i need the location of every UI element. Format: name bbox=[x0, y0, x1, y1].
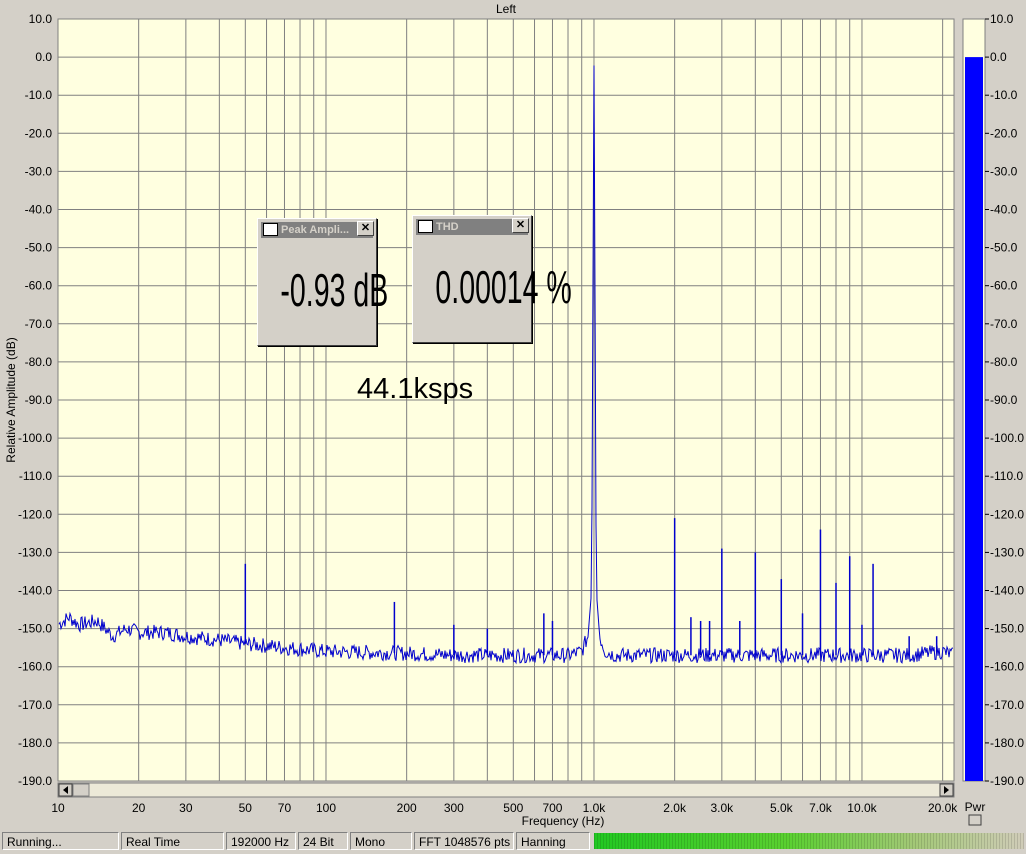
meter-options-button[interactable] bbox=[968, 814, 982, 826]
x-tick-label: 20.0k bbox=[928, 801, 958, 815]
power-scale-label: -100.0 bbox=[990, 431, 1024, 445]
status-channels[interactable]: Mono bbox=[350, 832, 412, 850]
x-tick-label: 300 bbox=[444, 801, 464, 815]
x-tick-label: 5.0k bbox=[770, 801, 794, 815]
status-state: Running... bbox=[2, 832, 119, 850]
y-tick-label: -100.0 bbox=[18, 431, 52, 445]
peak-window-title: Peak Ampli... bbox=[281, 224, 350, 236]
power-scale-label: -20.0 bbox=[990, 126, 1018, 140]
x-tick-label: 30 bbox=[179, 801, 193, 815]
status-sample-rate[interactable]: 192000 Hz bbox=[226, 832, 296, 850]
horizontal-scrollbar[interactable] bbox=[57, 782, 955, 798]
x-tick-label: 10 bbox=[51, 801, 65, 815]
y-tick-label: -160.0 bbox=[18, 660, 52, 674]
y-tick-label: -20.0 bbox=[25, 126, 53, 140]
y-tick-label: 10.0 bbox=[29, 12, 53, 26]
input-level-meter bbox=[594, 833, 1024, 849]
x-tick-labels: 10 20 30 50 70 100 200 300 500 700 1.0k 2.0k 3.0k 5.0… bbox=[51, 801, 958, 815]
power-label: Pwr bbox=[965, 800, 986, 814]
power-scale-label: 10.0 bbox=[990, 12, 1014, 26]
waveform-icon bbox=[418, 220, 433, 233]
grid-lines bbox=[57, 18, 954, 782]
y-tick-label: -170.0 bbox=[18, 698, 52, 712]
y-tick-labels: 10.0 0.0 -10.0 -20.0 -30.0 -40.0 -50.0 -60.0 -70… bbox=[18, 12, 52, 788]
y-tick-label: -70.0 bbox=[25, 317, 53, 331]
y-tick-label: 0.0 bbox=[35, 50, 52, 64]
power-scale-label: -150.0 bbox=[990, 622, 1024, 636]
status-fft-size[interactable]: FFT 1048576 pts bbox=[414, 832, 514, 850]
power-scale-label: -80.0 bbox=[990, 355, 1018, 369]
y-axis-label: Relative Amplitude (dB) bbox=[4, 337, 18, 462]
power-scale-label: -60.0 bbox=[990, 279, 1018, 293]
power-scale-label: -40.0 bbox=[990, 203, 1018, 217]
y-tick-label: -50.0 bbox=[25, 241, 53, 255]
x-axis-label: Frequency (Hz) bbox=[522, 814, 605, 828]
power-bar bbox=[965, 57, 983, 782]
y-tick-label: -90.0 bbox=[25, 393, 53, 407]
x-tick-label: 1.0k bbox=[583, 801, 607, 815]
scroll-thumb[interactable] bbox=[72, 783, 90, 797]
thd-window-title: THD bbox=[436, 221, 459, 233]
power-scale-label: 0.0 bbox=[990, 50, 1007, 64]
y-tick-label: -140.0 bbox=[18, 584, 52, 598]
x-tick-label: 3.0k bbox=[710, 801, 734, 815]
y-tick-label: -120.0 bbox=[18, 507, 52, 521]
y-tick-label: -80.0 bbox=[25, 355, 53, 369]
x-tick-label: 2.0k bbox=[663, 801, 687, 815]
power-scale-label: -50.0 bbox=[990, 241, 1018, 255]
status-bar: Running... Real Time 192000 Hz 24 Bit Mo… bbox=[0, 830, 1026, 854]
x-tick-label: 70 bbox=[278, 801, 292, 815]
thd-window[interactable]: THD ✕ 0.00014 % bbox=[412, 215, 572, 343]
x-tick-label: 500 bbox=[503, 801, 523, 815]
x-tick-label: 100 bbox=[316, 801, 336, 815]
y-tick-label: -60.0 bbox=[25, 279, 53, 293]
x-tick-label: 50 bbox=[239, 801, 253, 815]
y-tick-label: -130.0 bbox=[18, 545, 52, 559]
y-tick-label: -110.0 bbox=[19, 469, 52, 483]
spectrum-chart: Left 10.0 0.0 -10.0 -20.0 -30.0 -40.0 -50.0 -60… bbox=[4, 2, 1024, 828]
power-scale-label: -120.0 bbox=[990, 507, 1024, 521]
power-scale-label: -170.0 bbox=[990, 698, 1024, 712]
sample-rate-annotation: 44.1ksps bbox=[357, 373, 474, 405]
power-scale-label: -30.0 bbox=[990, 164, 1018, 178]
power-scale-label: -10.0 bbox=[990, 88, 1018, 102]
y-tick-label: -40.0 bbox=[25, 203, 53, 217]
x-tick-label: 20 bbox=[132, 801, 146, 815]
x-tick-label: 700 bbox=[542, 801, 562, 815]
close-icon[interactable]: ✕ bbox=[512, 218, 529, 233]
power-scale-label: -190.0 bbox=[990, 774, 1024, 788]
power-meter: 10.0 0.0 -10.0 -20.0 -30.0 -40.0 -50.0 -60.0 -70… bbox=[962, 12, 1024, 826]
status-window-function[interactable]: Hanning bbox=[516, 832, 590, 850]
waveform-icon bbox=[263, 223, 278, 236]
power-scale-label: -70.0 bbox=[990, 317, 1018, 331]
thd-value: 0.00014 % bbox=[435, 261, 572, 313]
power-scale-label: -110.0 bbox=[990, 469, 1023, 483]
y-tick-label: -30.0 bbox=[25, 164, 53, 178]
close-icon[interactable]: ✕ bbox=[357, 221, 374, 236]
y-tick-label: -10.0 bbox=[25, 88, 53, 102]
y-tick-label: -180.0 bbox=[18, 736, 52, 750]
y-tick-label: -190.0 bbox=[18, 774, 52, 788]
power-scale-label: -90.0 bbox=[990, 393, 1018, 407]
y-tick-label: -150.0 bbox=[18, 622, 52, 636]
peak-amplitude-window[interactable]: Peak Ampli... ✕ -0.93 dB bbox=[257, 218, 389, 346]
x-tick-label: 200 bbox=[397, 801, 417, 815]
power-scale-label: -140.0 bbox=[990, 584, 1024, 598]
power-scale-label: -180.0 bbox=[990, 736, 1024, 750]
chart-title: Left bbox=[496, 2, 517, 16]
peak-amplitude-value: -0.93 dB bbox=[280, 264, 389, 316]
status-mode[interactable]: Real Time bbox=[121, 832, 224, 850]
power-scale-label: -130.0 bbox=[990, 545, 1024, 559]
x-tick-label: 7.0k bbox=[809, 801, 833, 815]
power-scale-labels: 10.0 0.0 -10.0 -20.0 -30.0 -40.0 -50.0 -60.0 -70… bbox=[985, 12, 1024, 788]
power-scale-label: -160.0 bbox=[990, 660, 1024, 674]
status-bit-depth[interactable]: 24 Bit bbox=[298, 832, 348, 850]
x-tick-label: 10.0k bbox=[847, 801, 877, 815]
